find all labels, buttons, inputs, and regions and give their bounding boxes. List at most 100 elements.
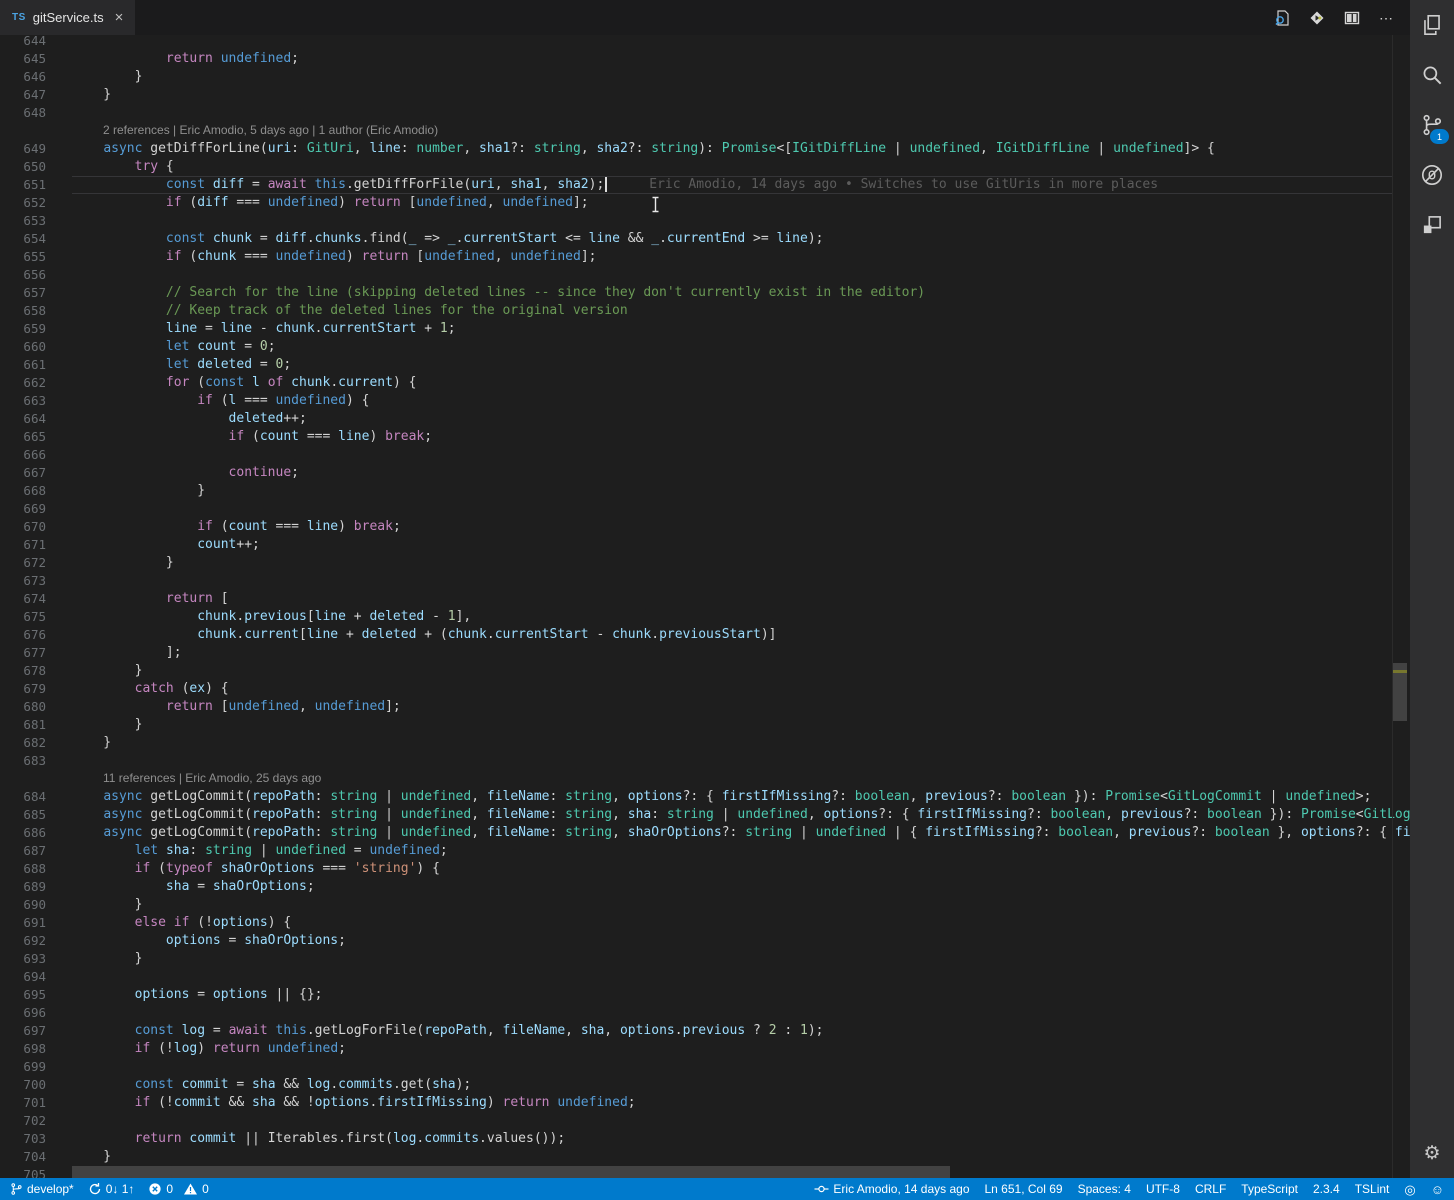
code-line-703[interactable]: 703 return commit || Iterables.first(log…: [0, 1130, 1410, 1148]
code-line-652[interactable]: 652 if (diff === undefined) return [unde…: [0, 194, 1410, 212]
line-number: 684: [23, 789, 46, 804]
more-actions-icon[interactable]: ⋯: [1378, 9, 1396, 27]
code-line-665[interactable]: 665 if (count === line) break;: [0, 428, 1410, 446]
code-line-689[interactable]: 689 sha = shaOrOptions;: [0, 878, 1410, 896]
code-line-697[interactable]: 697 const log = await this.getLogForFile…: [0, 1022, 1410, 1040]
code-line-683[interactable]: 683: [0, 752, 1410, 770]
line-number: 666: [23, 447, 46, 462]
code-line-653[interactable]: 653: [0, 212, 1410, 230]
code-line-690[interactable]: 690 }: [0, 896, 1410, 914]
debug-icon[interactable]: [1410, 150, 1454, 200]
codelens-references[interactable]: 2 references | Eric Amodio, 5 days ago |…: [0, 122, 1410, 140]
code-line-666[interactable]: 666: [0, 446, 1410, 464]
status-eol[interactable]: CRLF: [1195, 1182, 1226, 1196]
code-line-688[interactable]: 688 if (typeof shaOrOptions === 'string'…: [0, 860, 1410, 878]
code-line-700[interactable]: 700 const commit = sha && log.commits.ge…: [0, 1076, 1410, 1094]
code-line-662[interactable]: 662 for (const l of chunk.current) {: [0, 374, 1410, 392]
smiley-feedback-icon[interactable]: ☺: [1431, 1183, 1444, 1196]
code-line-654[interactable]: 654 const chunk = diff.chunks.find(_ => …: [0, 230, 1410, 248]
code-line-692[interactable]: 692 options = shaOrOptions;: [0, 932, 1410, 950]
code-line-646[interactable]: 646 }: [0, 68, 1410, 86]
status-cursor-position[interactable]: Ln 651, Col 69: [985, 1182, 1063, 1196]
code-line-657[interactable]: 657 // Search for the line (skipping del…: [0, 284, 1410, 302]
status-problems[interactable]: 0 0: [148, 1182, 209, 1196]
code-line-698[interactable]: 698 if (!log) return undefined;: [0, 1040, 1410, 1058]
line-number: 676: [23, 627, 46, 642]
status-sync[interactable]: 0↓ 1↑: [88, 1182, 134, 1196]
codelens-references[interactable]: 11 references | Eric Amodio, 25 days ago: [0, 770, 1410, 788]
code-line-656[interactable]: 656: [0, 266, 1410, 284]
close-tab-icon[interactable]: ×: [115, 9, 124, 26]
status-blame[interactable]: Eric Amodio, 14 days ago: [814, 1182, 970, 1196]
code-line-675[interactable]: 675 chunk.previous[line + deleted - 1],: [0, 608, 1410, 626]
code-line-694[interactable]: 694: [0, 968, 1410, 986]
code-line-678[interactable]: 678 }: [0, 662, 1410, 680]
code-line-682[interactable]: 682 }: [0, 734, 1410, 752]
horizontal-scrollbar-thumb[interactable]: [72, 1166, 950, 1178]
code-line-672[interactable]: 672 }: [0, 554, 1410, 572]
code-line-699[interactable]: 699: [0, 1058, 1410, 1076]
code-line-663[interactable]: 663 if (l === undefined) {: [0, 392, 1410, 410]
source-control-icon[interactable]: 1: [1410, 100, 1454, 150]
extensions-icon[interactable]: [1410, 200, 1454, 250]
line-number: 665: [23, 429, 46, 444]
code-line-676[interactable]: 676 chunk.current[line + deleted + (chun…: [0, 626, 1410, 644]
code-line-658[interactable]: 658 // Keep track of the deleted lines f…: [0, 302, 1410, 320]
code-line-674[interactable]: 674 return [: [0, 590, 1410, 608]
status-language[interactable]: TypeScript: [1241, 1182, 1298, 1196]
code-line-695[interactable]: 695 options = options || {};: [0, 986, 1410, 1004]
code-line-685[interactable]: 685 async getLogCommit(repoPath: string …: [0, 806, 1410, 824]
code-line-696[interactable]: 696: [0, 1004, 1410, 1022]
code-line-679[interactable]: 679 catch (ex) {: [0, 680, 1410, 698]
code-line-691[interactable]: 691 else if (!options) {: [0, 914, 1410, 932]
code-line-670[interactable]: 670 if (count === line) break;: [0, 518, 1410, 536]
code-line-655[interactable]: 655 if (chunk === undefined) return [und…: [0, 248, 1410, 266]
explorer-icon[interactable]: [1410, 0, 1454, 50]
code-line-681[interactable]: 681 }: [0, 716, 1410, 734]
code-line-645[interactable]: 645 return undefined;: [0, 50, 1410, 68]
file-search-icon[interactable]: [1273, 9, 1291, 27]
code-line-650[interactable]: 650 try {: [0, 158, 1410, 176]
tab-gitservice[interactable]: TS gitService.ts ×: [0, 0, 136, 35]
code-line-661[interactable]: 661 let deleted = 0;: [0, 356, 1410, 374]
status-indentation[interactable]: Spaces: 4: [1078, 1182, 1131, 1196]
status-encoding[interactable]: UTF-8: [1146, 1182, 1180, 1196]
line-number: 671: [23, 537, 46, 552]
code-line-649[interactable]: 649 async getDiffForLine(uri: GitUri, li…: [0, 140, 1410, 158]
code-line-686[interactable]: 686 async getLogCommit(repoPath: string …: [0, 824, 1410, 842]
code-line-693[interactable]: 693 }: [0, 950, 1410, 968]
vertical-scrollbar[interactable]: [1393, 35, 1407, 1178]
status-linter[interactable]: TSLint: [1355, 1182, 1390, 1196]
activity-bar: 1 ⚙: [1410, 0, 1454, 1178]
code-line-684[interactable]: 684 async getLogCommit(repoPath: string …: [0, 788, 1410, 806]
editor-pane[interactable]: 644 645 return undefined; 646 } 647 } 648 2 r…: [0, 35, 1410, 1178]
code-line-664[interactable]: 664 deleted++;: [0, 410, 1410, 428]
code-line-667[interactable]: 667 continue;: [0, 464, 1410, 482]
feedback-icon[interactable]: ◎: [1404, 1183, 1415, 1196]
settings-gear-icon[interactable]: ⚙: [1410, 1128, 1454, 1178]
code-line-673[interactable]: 673: [0, 572, 1410, 590]
code-line-644[interactable]: 644: [0, 35, 1410, 50]
line-number: 702: [23, 1113, 46, 1128]
code-line-671[interactable]: 671 count++;: [0, 536, 1410, 554]
code-line-704[interactable]: 704 }: [0, 1148, 1410, 1166]
status-ts-version[interactable]: 2.3.4: [1313, 1182, 1340, 1196]
code-line-687[interactable]: 687 let sha: string | undefined = undefi…: [0, 842, 1410, 860]
code-line-659[interactable]: 659 line = line - chunk.currentStart + 1…: [0, 320, 1410, 338]
code-line-660[interactable]: 660 let count = 0;: [0, 338, 1410, 356]
code-line-668[interactable]: 668 }: [0, 482, 1410, 500]
code-line-701[interactable]: 701 if (!commit && sha && !options.first…: [0, 1094, 1410, 1112]
code-line-669[interactable]: 669: [0, 500, 1410, 518]
status-branch[interactable]: develop*: [10, 1182, 74, 1196]
horizontal-scrollbar[interactable]: [0, 1166, 1392, 1178]
split-editor-icon[interactable]: [1343, 9, 1361, 27]
code-line-702[interactable]: 702: [0, 1112, 1410, 1130]
code-line-651[interactable]: 651 const diff = await this.getDiffForFi…: [0, 176, 1410, 194]
gitlens-icon[interactable]: [1308, 9, 1326, 27]
search-icon[interactable]: [1410, 50, 1454, 100]
line-number: 692: [23, 933, 46, 948]
code-line-647[interactable]: 647 }: [0, 86, 1410, 104]
code-line-648[interactable]: 648: [0, 104, 1410, 122]
code-line-680[interactable]: 680 return [undefined, undefined];: [0, 698, 1410, 716]
code-line-677[interactable]: 677 ];: [0, 644, 1410, 662]
